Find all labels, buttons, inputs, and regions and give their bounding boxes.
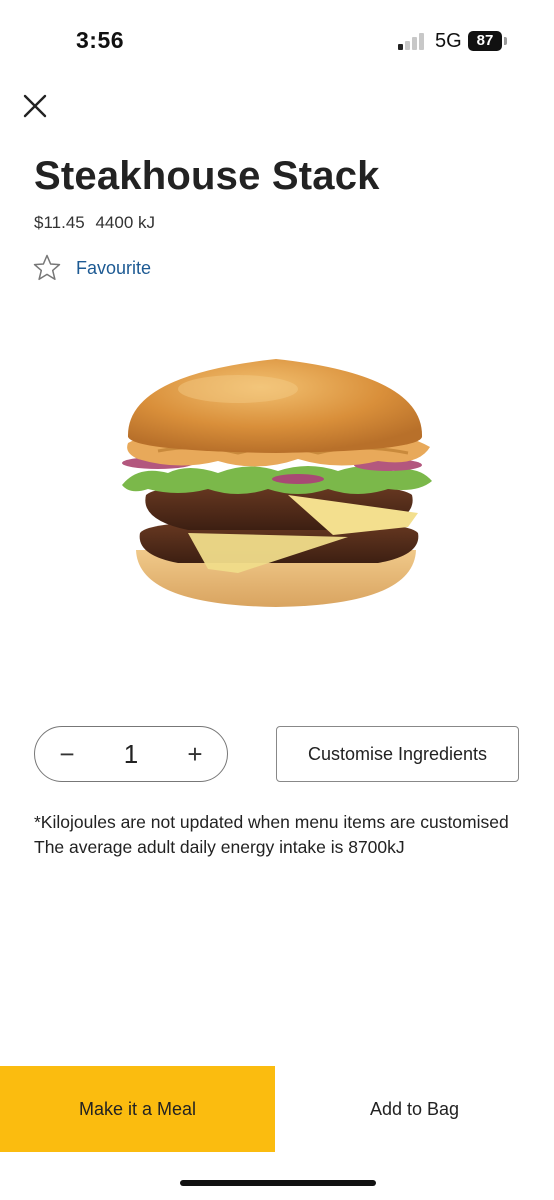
make-it-a-meal-button[interactable]: Make it a Meal [0, 1066, 275, 1152]
quantity-value: 1 [123, 738, 139, 769]
network-type: 5G [435, 30, 462, 52]
product-title: Steakhouse Stack [34, 154, 380, 198]
add-to-bag-button[interactable]: Add to Bag [275, 1066, 554, 1152]
burger-image [118, 355, 434, 611]
close-icon [23, 94, 47, 118]
status-bar: 3:56 5G 87 [0, 0, 554, 80]
decrease-quantity-button[interactable]: − [55, 739, 79, 770]
kilojoule-note-line1: *Kilojoules are not updated when menu it… [34, 812, 509, 832]
quantity-stepper: − 1 + [34, 726, 228, 782]
product-energy: 4400 kJ [95, 213, 156, 232]
product-price: $11.45 [34, 213, 85, 232]
favourite-label: Favourite [76, 257, 152, 278]
status-time: 3:56 [76, 27, 125, 53]
kilojoule-note-line2: The average adult daily energy intake is… [34, 836, 405, 857]
home-indicator [180, 1180, 376, 1186]
customise-ingredients-button[interactable]: Customise Ingredients [276, 726, 519, 782]
battery-nub [504, 37, 507, 45]
increase-quantity-button[interactable]: + [183, 739, 207, 770]
close-button[interactable] [20, 91, 50, 121]
price-row: $11.45 4400 kJ [34, 213, 161, 233]
kilojoule-note: *Kilojoules are not updated when menu it… [34, 810, 514, 859]
battery-icon: 87 [468, 31, 502, 51]
signal-strength-icon [398, 32, 428, 50]
star-icon [33, 254, 61, 281]
favourite-button[interactable]: Favourite [32, 253, 151, 283]
